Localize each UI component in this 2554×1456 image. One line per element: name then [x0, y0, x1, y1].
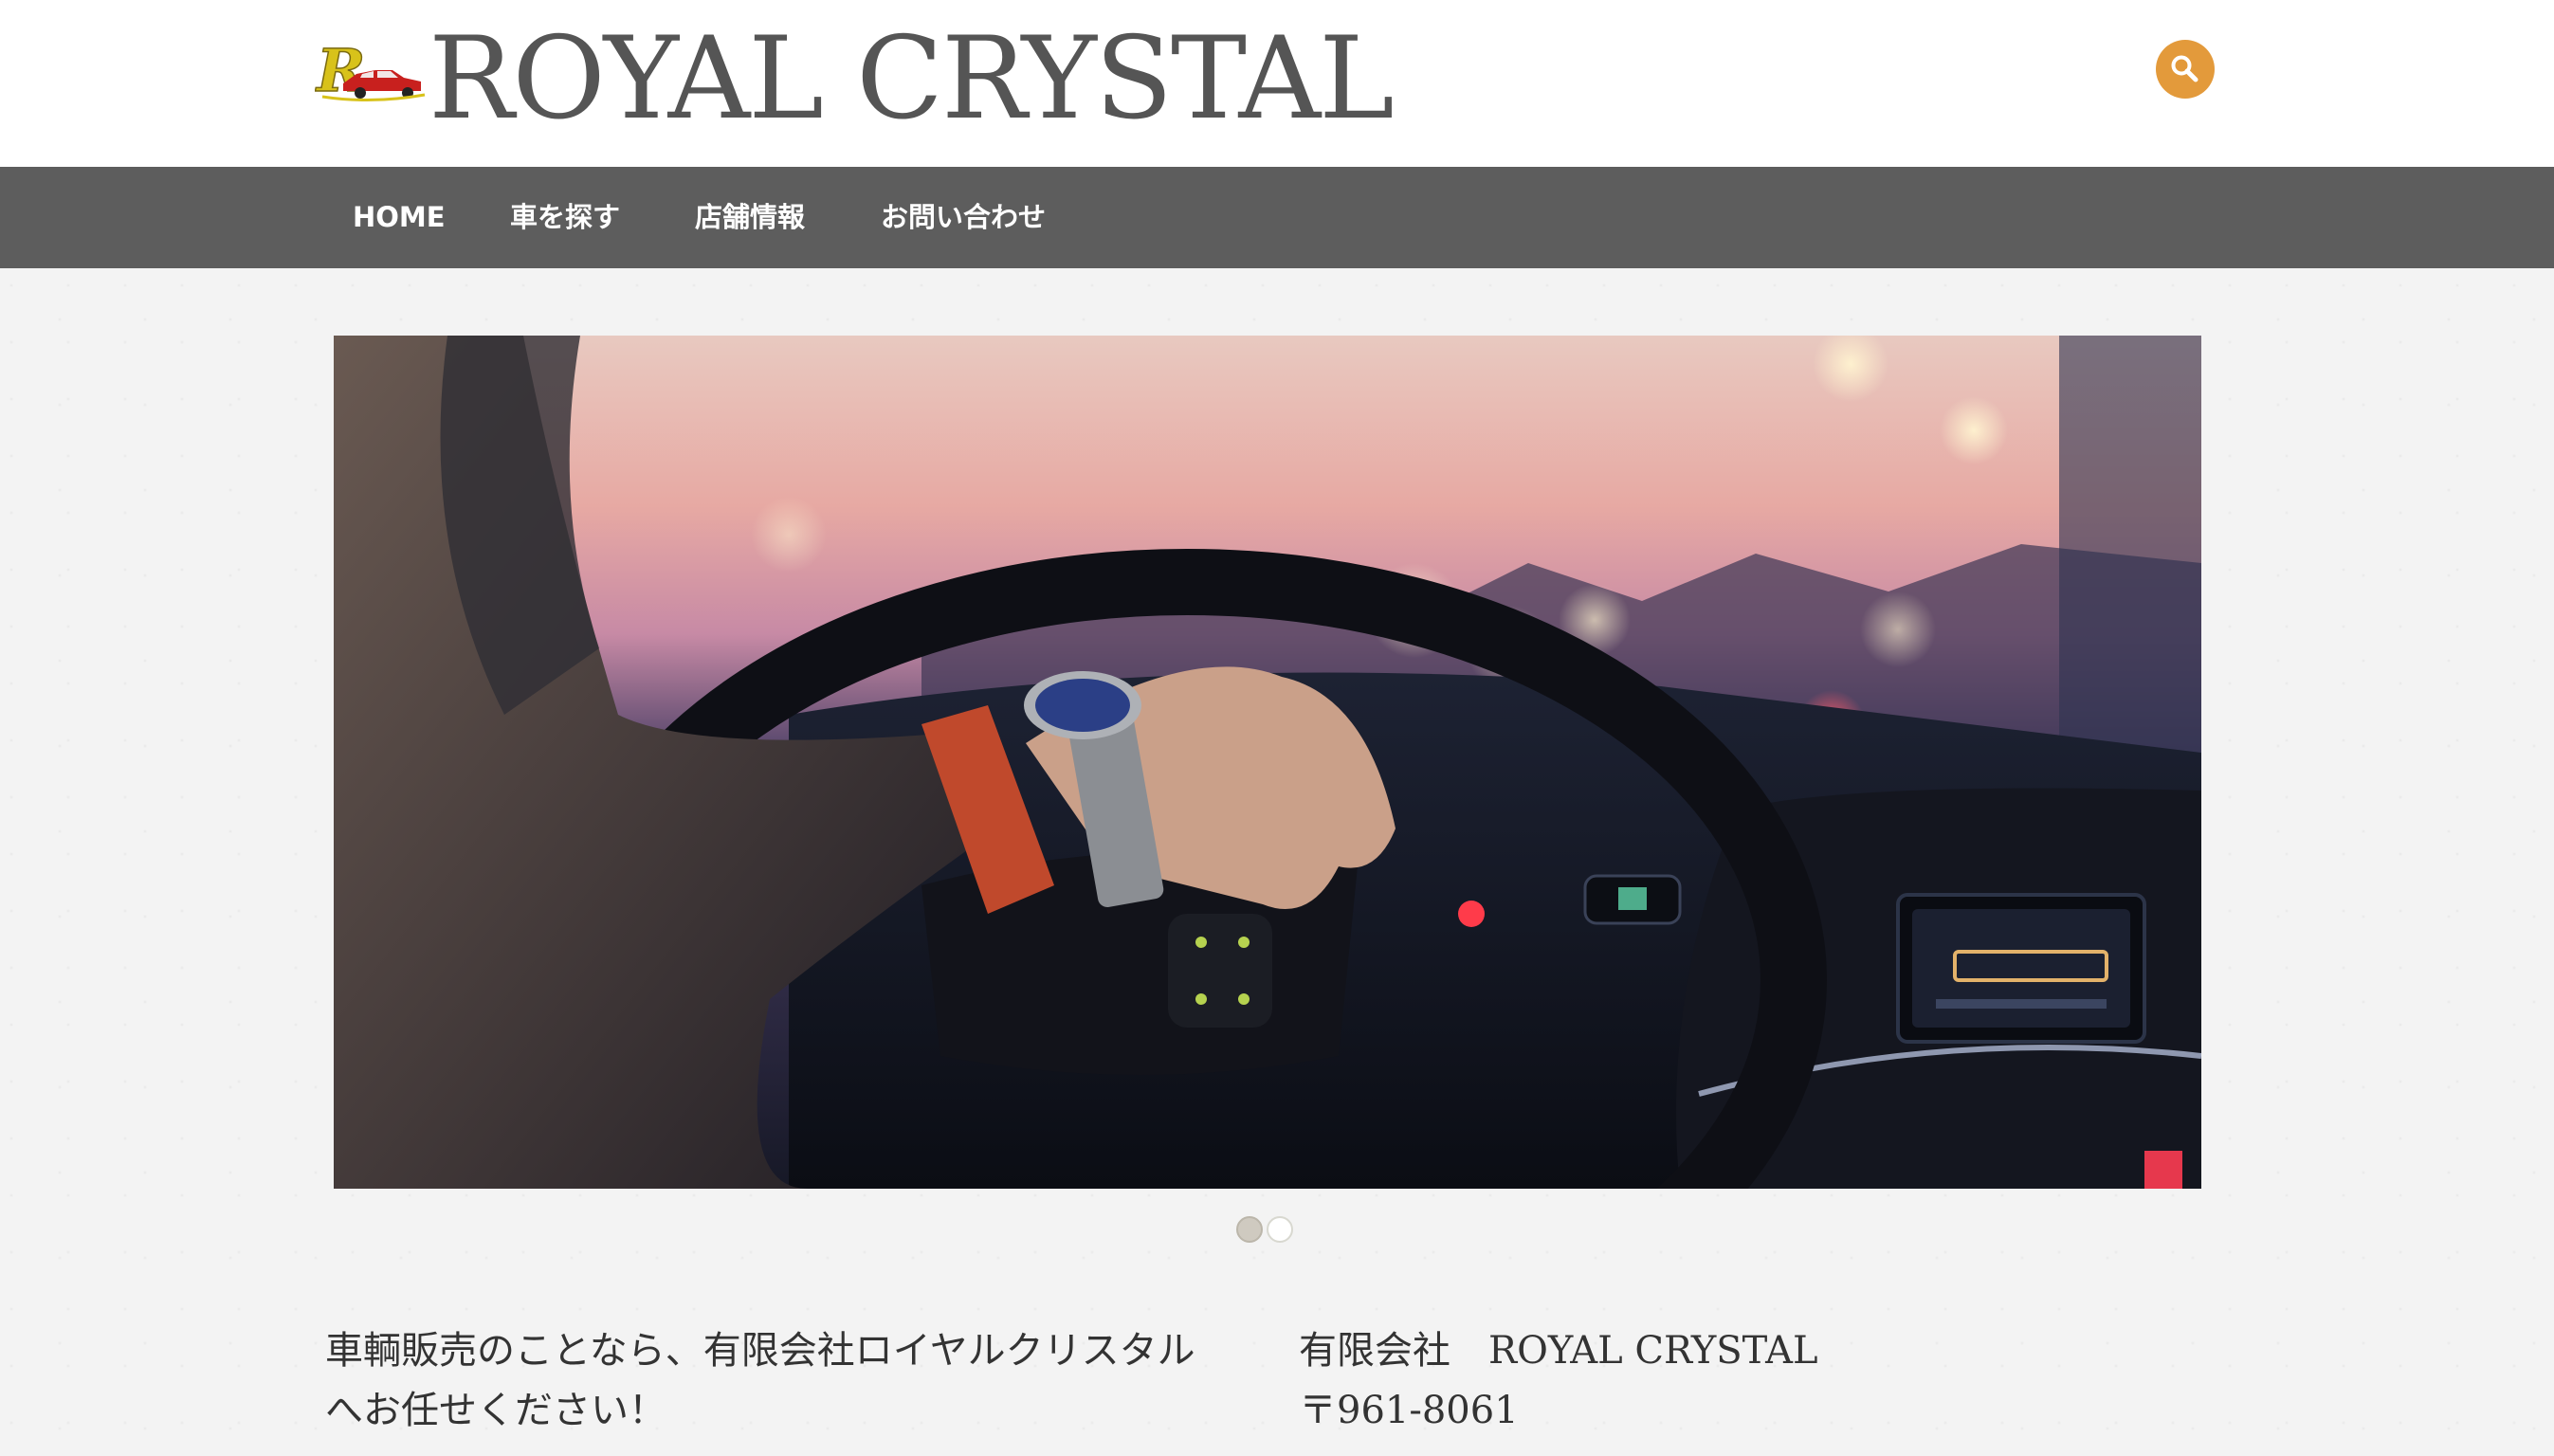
nav-item-store-info[interactable]: 店舗情報	[695, 167, 805, 268]
company-info: 有限会社 ROYAL CRYSTAL 〒961-8061	[1299, 1321, 2152, 1441]
nav-item-home[interactable]: HOME	[353, 167, 446, 268]
main-nav: HOME 車を探す 店舗情報 お問い合わせ	[0, 167, 2554, 268]
search-button[interactable]	[2156, 40, 2215, 99]
site-title[interactable]: ROYAL CRYSTAL	[429, 13, 1395, 146]
company-postal: 〒961-8061	[1299, 1389, 1519, 1432]
hero-image	[334, 336, 2201, 1189]
site-header: R ROYAL CRYSTAL	[0, 0, 2554, 167]
intro-text: 車輌販売のことなら、有限会社ロイヤルクリスタルへお任せください！	[325, 1329, 1195, 1432]
search-icon	[2171, 55, 2198, 82]
slider-dot[interactable]	[1267, 1216, 1293, 1243]
slider-dot-active[interactable]	[1236, 1216, 1263, 1243]
slider-pagination	[1236, 1216, 1303, 1245]
nav-item-search-cars[interactable]: 車を探す	[510, 167, 620, 268]
hero-slider[interactable]	[334, 336, 2201, 1189]
nav-item-contact[interactable]: お問い合わせ	[881, 167, 1046, 268]
brand-logo[interactable]: R	[314, 35, 427, 106]
company-name: 有限会社 ROYAL CRYSTAL	[1299, 1329, 1818, 1373]
